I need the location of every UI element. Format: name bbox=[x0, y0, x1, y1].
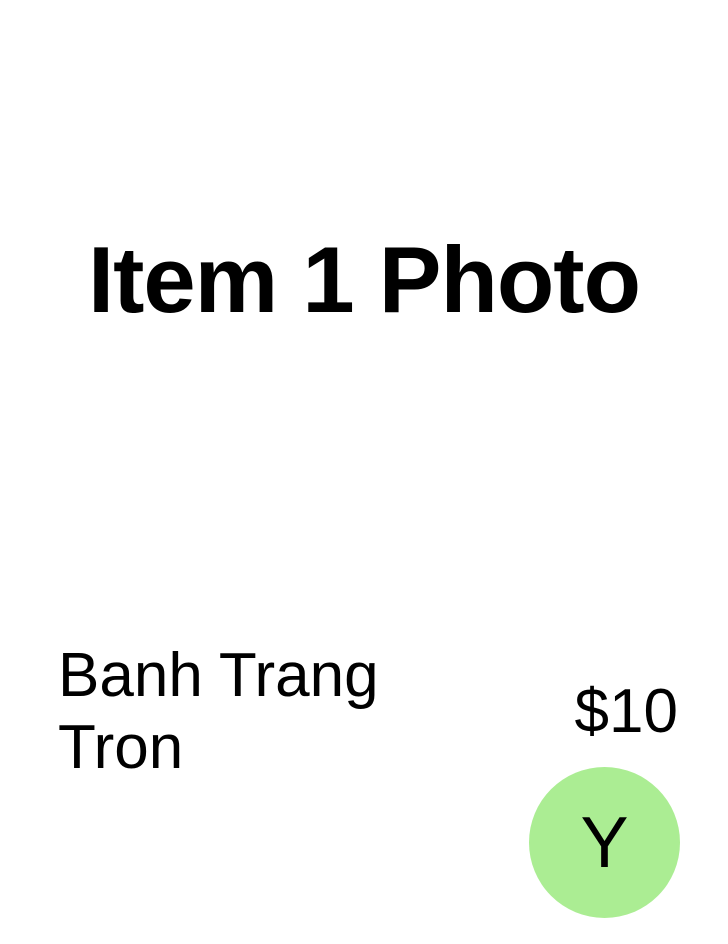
item-name: Banh Trang Tron bbox=[58, 641, 379, 782]
select-button[interactable]: Y bbox=[529, 767, 680, 918]
select-button-label: Y bbox=[580, 802, 629, 883]
item-price: $10 bbox=[574, 677, 678, 746]
item-photo: Item 1 Photo bbox=[0, 0, 728, 560]
item-photo-label: Item 1 Photo bbox=[87, 227, 641, 332]
